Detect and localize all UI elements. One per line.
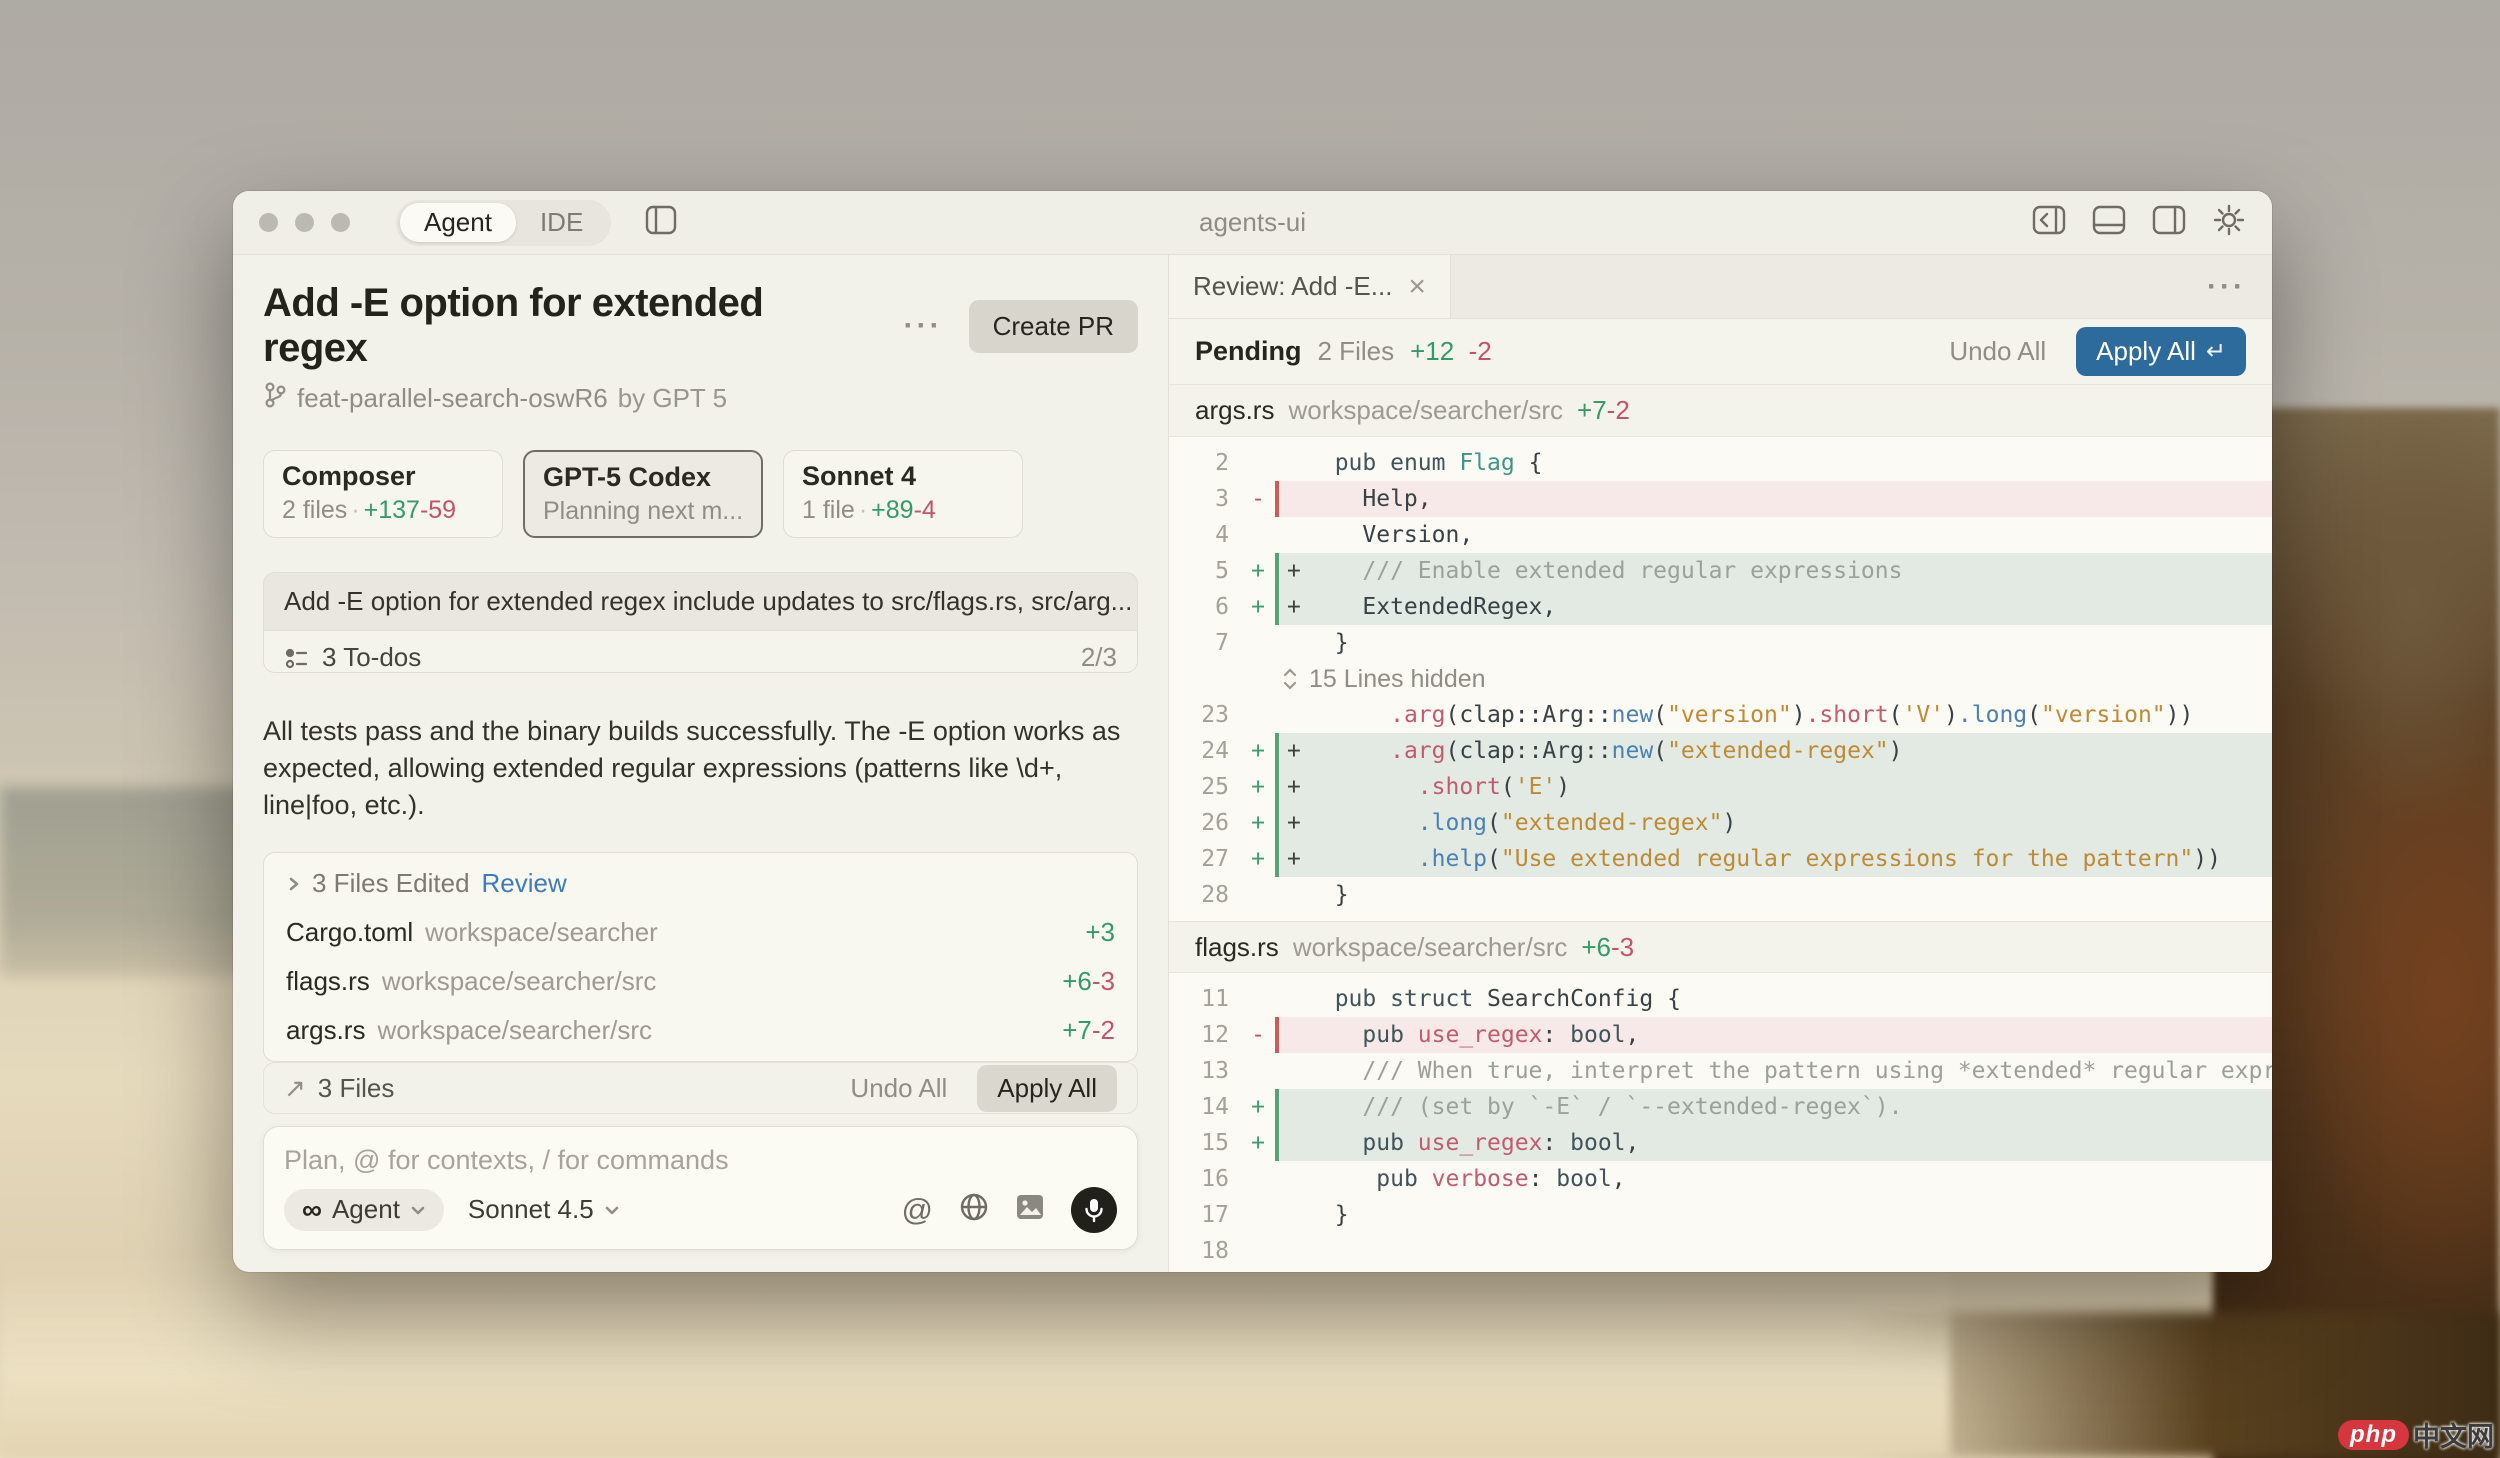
image-attach-icon[interactable] (1015, 1193, 1045, 1226)
branch-name[interactable]: feat-parallel-search-oswR6 (297, 383, 608, 414)
task-box: Add -E option for extended regex include… (263, 572, 1138, 673)
file-row-args-rs[interactable]: args.rs workspace/searcher/src +7-2 (264, 1006, 1137, 1055)
panel-bottom-icon[interactable] (2092, 205, 2126, 240)
diff-line: 17 } (1169, 1197, 2272, 1233)
model-card-composer[interactable]: Composer 2 files·+137-59 (263, 450, 503, 538)
mention-context-icon[interactable]: @ (902, 1192, 933, 1228)
task-menu-icon[interactable]: ··· (904, 309, 943, 343)
task-title: Add -E option for extended regex (263, 281, 878, 371)
chevron-down-icon (410, 1202, 426, 1218)
file-row-flags-rs[interactable]: flags.rs workspace/searcher/src +6-3 (264, 957, 1137, 1006)
diff-line: 13 /// When true, interpret the pattern … (1169, 1053, 2272, 1089)
task-prompt[interactable]: Add -E option for extended regex include… (264, 573, 1137, 631)
diff-line: 18 (1169, 1233, 2272, 1269)
mode-switcher: Agent IDE (396, 200, 611, 246)
files-edited-label: 3 Files Edited (312, 868, 470, 899)
diff-file-header[interactable]: flags.rs workspace/searcher/src +6-3 (1169, 921, 2272, 973)
return-key-icon: ↵ (2206, 337, 2226, 366)
diff-line: 5++ /// Enable extended regular expressi… (1169, 553, 2272, 589)
agent-panel: Add -E option for extended regex ··· Cre… (233, 255, 1168, 1272)
review-tabbar: Review: Add -E... × ··· (1169, 255, 2272, 319)
pending-files-bar: ↗ 3 Files Undo All Apply All (263, 1062, 1138, 1114)
diff-line: 14+ /// (set by `-E` / `--extended-regex… (1169, 1089, 2272, 1125)
infinity-icon: ∞ (302, 1194, 322, 1226)
diff-line: 15+ pub use_regex: bool, (1169, 1125, 2272, 1161)
tab-ide[interactable]: IDE (516, 203, 607, 242)
diff-line: 27++ .help("Use extended regular express… (1169, 841, 2272, 877)
arrow-up-right-icon: ↗ (284, 1073, 306, 1104)
diff-code-flags-rs: 11 pub struct SearchConfig {12- pub use_… (1169, 973, 2272, 1272)
todos-label: 3 To-dos (322, 642, 421, 673)
diff-line: 25++ .short('E') (1169, 769, 2272, 805)
window-title: agents-ui (1199, 207, 1306, 238)
sidebar-toggle-icon[interactable] (645, 205, 677, 240)
branch-author: by GPT 5 (618, 383, 727, 414)
files-edited-header[interactable]: 3 Files Edited Review (264, 859, 1137, 908)
panel-left-collapse-icon[interactable] (2032, 205, 2066, 240)
diff-line: 2 pub enum Flag { (1169, 445, 2272, 481)
diff-file-header[interactable]: args.rs workspace/searcher/src +7-2 (1169, 385, 2272, 437)
composer: ∞ Agent Sonnet 4.5 @ (263, 1126, 1138, 1250)
panel-right-icon[interactable] (2152, 205, 2186, 240)
close-tab-icon[interactable]: × (1408, 270, 1426, 304)
titlebar-actions (2032, 203, 2246, 242)
model-selector[interactable]: Sonnet 4.5 (468, 1194, 620, 1225)
todos-row[interactable]: 3 To-dos 2/3 (264, 631, 1137, 673)
review-tab[interactable]: Review: Add -E... × (1169, 255, 1451, 318)
chevron-down-icon (604, 1202, 620, 1218)
agent-mode-selector[interactable]: ∞ Agent (284, 1189, 444, 1231)
model-cards: Composer 2 files·+137-59 GPT-5 Codex Pla… (263, 450, 1138, 538)
diff-line: 3- Help, (1169, 481, 2272, 517)
pending-bar: Pending 2 Files +12 -2 Undo All Apply Al… (1169, 319, 2272, 385)
chevron-right-icon (286, 876, 302, 892)
diff-line: 12- pub use_regex: bool, (1169, 1017, 2272, 1053)
diff-line: 23 .arg(clap::Arg::new("version").short(… (1169, 697, 2272, 733)
diff-viewer[interactable]: args.rs workspace/searcher/src +7-2 2 pu… (1169, 385, 2272, 1272)
tab-agent[interactable]: Agent (400, 203, 516, 242)
diff-line: 11 pub struct SearchConfig { (1169, 981, 2272, 1017)
file-row-cargo-toml[interactable]: Cargo.toml workspace/searcher +3 (264, 908, 1137, 957)
review-link[interactable]: Review (482, 868, 567, 899)
create-pr-button[interactable]: Create PR (969, 300, 1138, 353)
diff-line: 24++ .arg(clap::Arg::new("extended-regex… (1169, 733, 2272, 769)
microphone-button[interactable] (1071, 1187, 1117, 1233)
git-branch-icon (263, 381, 287, 416)
close-window-button[interactable] (259, 213, 278, 232)
diff-code-args-rs: 2 pub enum Flag {3- Help,4 Version,5++ /… (1169, 437, 2272, 921)
tabbar-menu-icon[interactable]: ··· (2207, 270, 2246, 304)
undo-all-button[interactable]: Undo All (850, 1073, 947, 1104)
zoom-window-button[interactable] (331, 213, 350, 232)
model-card-gpt5-codex[interactable]: GPT-5 Codex Planning next m... (523, 450, 763, 538)
diff-line: 16 pub verbose: bool, (1169, 1161, 2272, 1197)
undo-all-button[interactable]: Undo All (1949, 336, 2046, 367)
files-count[interactable]: ↗ 3 Files (284, 1073, 394, 1104)
expand-hidden-lines[interactable]: 15 Lines hidden (1169, 661, 2272, 697)
review-panel: Review: Add -E... × ··· Pending 2 Files … (1168, 255, 2272, 1272)
diff-line: 4 Version, (1169, 517, 2272, 553)
apply-all-button[interactable]: Apply All (977, 1065, 1117, 1112)
model-card-sonnet4[interactable]: Sonnet 4 1 file·+89-4 (783, 450, 1023, 538)
agent-summary-text: All tests pass and the binary builds suc… (263, 713, 1138, 824)
watermark: php 中文网 (2338, 1415, 2494, 1454)
diff-line: 6++ ExtendedRegex, (1169, 589, 2272, 625)
background-sand (0, 1254, 1950, 1458)
diff-line: 26++ .long("extended-regex") (1169, 805, 2272, 841)
files-edited-box: 3 Files Edited Review Cargo.toml workspa… (263, 852, 1138, 1062)
titlebar: Agent IDE agents-ui (233, 191, 2272, 255)
web-globe-icon[interactable] (959, 1192, 989, 1227)
diff-line: 7 } (1169, 625, 2272, 661)
watermark-logo: php (2338, 1420, 2409, 1450)
todos-progress: 2/3 (1081, 642, 1117, 673)
app-window: Agent IDE agents-ui (233, 191, 2272, 1272)
apply-all-button[interactable]: Apply All↵ (2076, 327, 2246, 376)
window-controls[interactable] (259, 213, 350, 232)
prompt-input[interactable] (284, 1145, 1117, 1176)
todo-list-icon (284, 645, 310, 671)
minimize-window-button[interactable] (295, 213, 314, 232)
diff-line: 28 } (1169, 877, 2272, 913)
settings-gear-icon[interactable] (2212, 203, 2246, 242)
